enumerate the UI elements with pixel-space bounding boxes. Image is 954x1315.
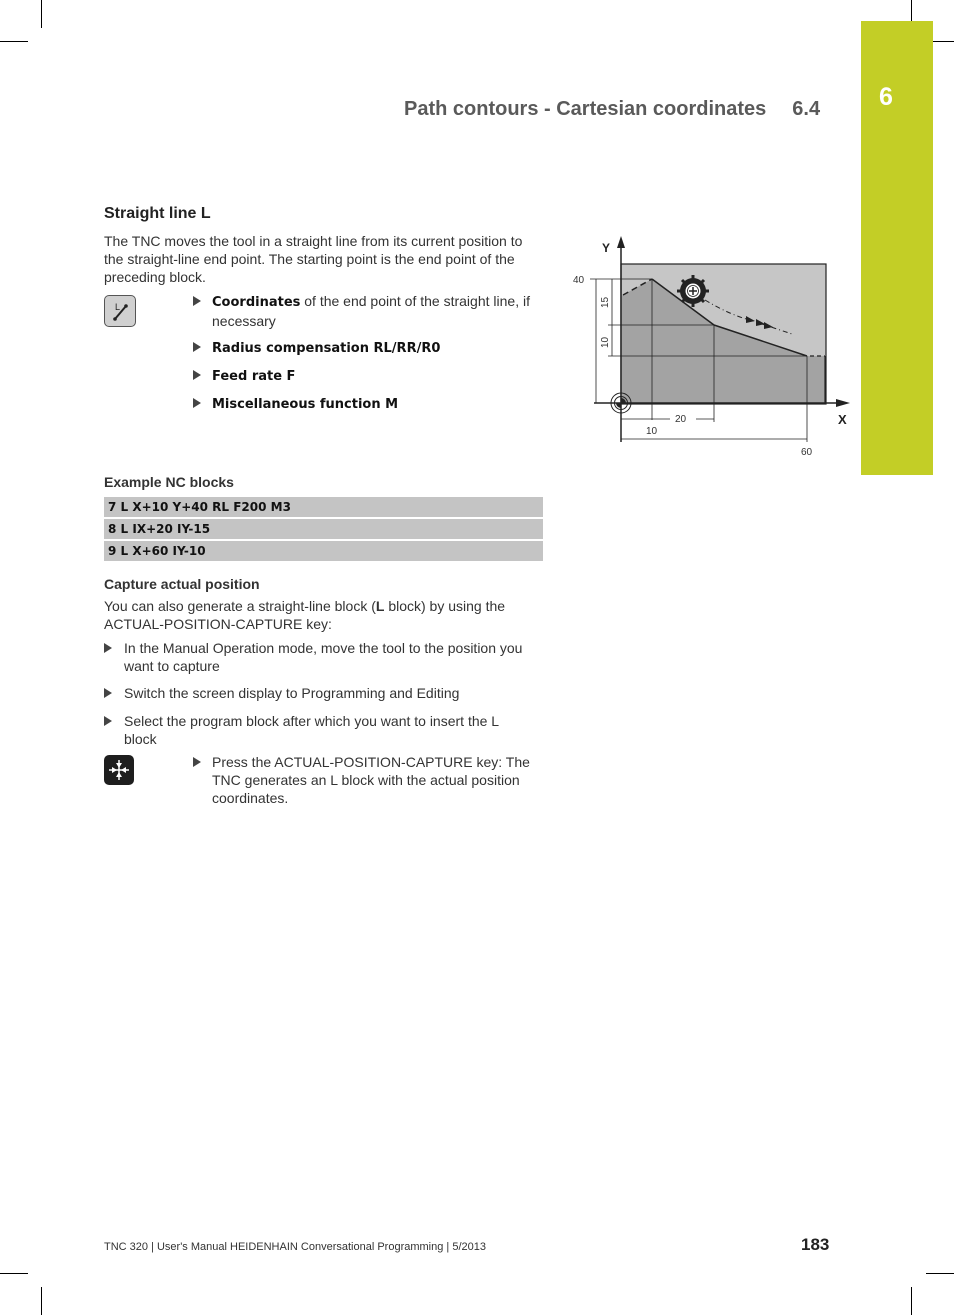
line-L-key-icon: L [104, 295, 136, 327]
list-item: Coordinates of the end point of the stra… [193, 292, 543, 330]
nc-block-row: 9 L X+60 IY-10 [104, 541, 543, 561]
list-item: Feed rate F [193, 366, 543, 386]
crop-mark [911, 1287, 912, 1315]
nc-block-row: 7 L X+10 Y+40 RL F200 M3 [104, 497, 543, 517]
intro-paragraph: The TNC moves the tool in a straight lin… [104, 233, 523, 285]
nc-block-row: 8 L IX+20 IY-15 [104, 519, 543, 539]
capture-heading: Capture actual position [104, 576, 260, 592]
page-number: 183 [801, 1235, 830, 1254]
crop-mark [41, 1287, 42, 1315]
running-header: Path contours - Cartesian coordinates 6.4 [404, 98, 820, 121]
item-bold: Radius compensation RL/RR/R0 [212, 341, 441, 356]
bullet-triangle-icon [193, 370, 201, 380]
svg-text:L: L [115, 302, 120, 312]
datum-origin-icon [610, 392, 632, 414]
capture-intro-text: You can also generate a straight-line bl… [104, 598, 376, 614]
chapter-tab: 6 [861, 21, 933, 475]
nc-blocks-table: 7 L X+10 Y+40 RL F200 M3 8 L IX+20 IY-15… [104, 497, 543, 563]
section-number: 6.4 [792, 98, 821, 120]
bullet-triangle-icon [193, 296, 201, 306]
dim-label-20: 20 [675, 414, 687, 425]
crop-mark [0, 1273, 28, 1274]
straight-line-diagram: Y X 40 15 10 20 10 60 [573, 236, 850, 458]
footer-text: TNC 320 | User's Manual HEIDENHAIN Conve… [104, 1241, 486, 1253]
item-bold: Feed rate F [212, 369, 296, 384]
bullet-triangle-icon [104, 688, 112, 698]
actual-position-capture-key-icon [104, 755, 134, 785]
crop-mark [926, 1273, 954, 1274]
step-text: Switch the screen display to Programming… [124, 685, 460, 701]
bullet-triangle-icon [193, 757, 201, 767]
dim-label-15: 15 [600, 296, 611, 308]
dim-label-40: 40 [573, 275, 585, 286]
dim-label-10x: 10 [646, 426, 658, 437]
bullet-triangle-icon [193, 342, 201, 352]
list-item: Radius compensation RL/RR/R0 [193, 338, 543, 358]
list-item: Select the program block after which you… [104, 712, 534, 748]
list-item: Switch the screen display to Programming… [104, 684, 534, 702]
step-text: Press the ACTUAL-POSITION-CAPTURE key: T… [212, 754, 530, 806]
list-item: Press the ACTUAL-POSITION-CAPTURE key: T… [193, 753, 538, 807]
y-axis-label: Y [602, 241, 610, 255]
dim-label-60: 60 [801, 447, 813, 458]
list-item: Miscellaneous function M [193, 394, 543, 414]
step-text: Select the program block after which you… [124, 713, 499, 747]
bullet-triangle-icon [193, 398, 201, 408]
list-item: In the Manual Operation mode, move the t… [104, 639, 534, 675]
dim-label-10: 10 [600, 336, 611, 348]
section-title: Path contours - Cartesian coordinates [404, 98, 767, 120]
crop-mark [41, 0, 42, 28]
section-heading: Straight line L [104, 205, 211, 222]
chapter-number: 6 [879, 83, 893, 111]
crop-mark [0, 41, 28, 42]
capture-intro: You can also generate a straight-line bl… [104, 597, 544, 633]
bullet-triangle-icon [104, 643, 112, 653]
item-bold: Coordinates [212, 295, 301, 310]
example-heading: Example NC blocks [104, 474, 234, 490]
item-bold: Miscellaneous function M [212, 397, 399, 412]
y-axis-arrow-icon [617, 236, 625, 248]
step-text: In the Manual Operation mode, move the t… [124, 640, 523, 674]
x-axis-label: X [838, 412, 847, 427]
bullet-triangle-icon [104, 716, 112, 726]
x-axis-arrow-icon [836, 399, 850, 407]
